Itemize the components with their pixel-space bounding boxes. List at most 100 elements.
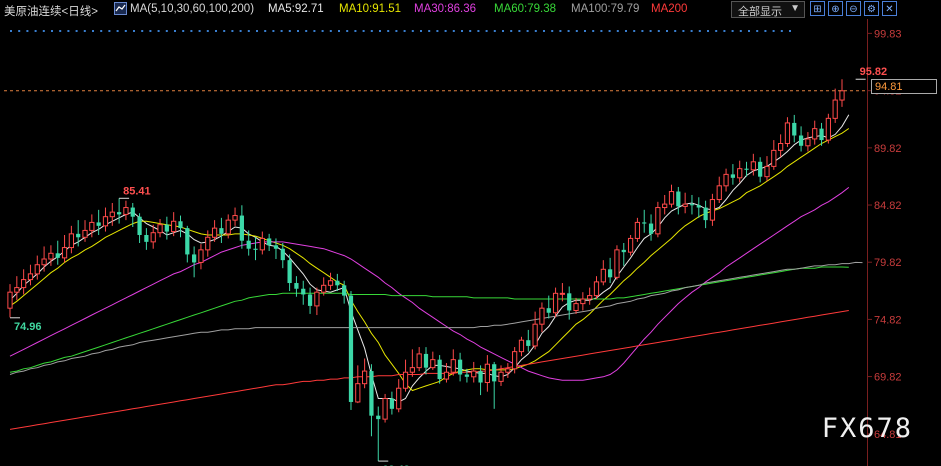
dotted-marker [370, 30, 373, 32]
candle-body [600, 268, 606, 283]
candle-body [464, 374, 470, 377]
candle-body [21, 279, 27, 289]
candle-body [342, 285, 347, 296]
candle-body [689, 204, 695, 206]
candle-body [730, 174, 735, 178]
candle-body [348, 295, 354, 402]
candle-body [14, 287, 20, 293]
dotted-marker [288, 30, 291, 32]
dotted-marker [124, 30, 127, 32]
dotted-marker [649, 30, 652, 32]
candle-body [737, 168, 743, 179]
dotted-marker [764, 30, 767, 32]
dotted-marker [362, 30, 365, 32]
dotted-marker [215, 30, 217, 32]
candle-body [123, 207, 129, 215]
dotted-marker [756, 30, 759, 32]
dotted-marker [264, 30, 267, 32]
dotted-marker [92, 30, 94, 32]
dotted-marker [395, 30, 398, 32]
candle-body [211, 227, 218, 238]
candle-body [716, 185, 722, 201]
candle-body [321, 284, 327, 293]
candle-body [744, 168, 749, 170]
candle-body [382, 398, 388, 420]
dotted-marker [608, 30, 611, 32]
dotted-marker [641, 30, 644, 32]
dotted-marker [723, 30, 726, 32]
candle-body [546, 308, 551, 313]
high-annotation: 95.82 [860, 66, 888, 78]
candle-body [164, 224, 169, 232]
candle-body [41, 258, 47, 266]
dotted-marker [18, 30, 21, 32]
candle-body [109, 211, 115, 218]
dotted-marker [772, 30, 775, 32]
candle-body [130, 207, 135, 217]
candle-body [723, 173, 729, 187]
candle-body [171, 220, 177, 233]
candle-body [27, 273, 34, 281]
dotted-marker [26, 30, 29, 32]
candle-body [192, 254, 197, 263]
dotted-marker [715, 30, 718, 32]
dotted-marker [428, 30, 431, 32]
dotted-marker [551, 30, 554, 32]
dotted-marker [625, 30, 627, 32]
candle-body [89, 221, 95, 231]
candle-body [832, 99, 838, 119]
candle-body [409, 367, 415, 373]
candle-body [682, 203, 688, 207]
y-tick-label: 79.82 [874, 257, 902, 269]
dotted-marker [305, 30, 308, 32]
candle-body [478, 371, 483, 383]
candle-body [96, 222, 101, 226]
candle-body [505, 368, 511, 373]
candle-body [526, 340, 531, 346]
candle-body [539, 307, 545, 325]
dotted-marker [100, 30, 103, 32]
dotted-marker [321, 30, 324, 32]
dotted-marker [493, 30, 496, 32]
dotted-marker [190, 30, 193, 32]
candle-body [696, 205, 701, 208]
dotted-marker [206, 30, 209, 32]
candle-body [267, 238, 272, 246]
dotted-marker [141, 30, 144, 32]
candle-body [764, 165, 770, 178]
candlestick-chart: 99.8394.8289.8284.8279.8274.8269.8264.81… [4, 19, 902, 466]
dotted-marker [280, 30, 283, 32]
candle-body [518, 339, 525, 353]
dotted-marker [420, 30, 422, 32]
dotted-marker [83, 30, 86, 32]
low-annotation: 74.96 [14, 321, 42, 333]
dotted-marker [256, 30, 258, 32]
dotted-marker [461, 30, 463, 32]
candle-body [778, 143, 784, 151]
candle-body [287, 260, 292, 284]
y-tick-label: 69.82 [874, 372, 902, 384]
dotted-marker [526, 30, 529, 32]
dotted-marker [698, 30, 701, 32]
dotted-marker [67, 30, 70, 32]
candle-body [662, 203, 668, 209]
candle-body [825, 117, 831, 141]
dotted-marker [633, 30, 636, 32]
dotted-marker [247, 30, 250, 32]
dotted-marker [444, 30, 447, 32]
candle-body [219, 228, 224, 234]
candle-body [634, 221, 641, 239]
y-tick-label: 89.82 [874, 143, 902, 155]
candle-body [627, 237, 634, 253]
candle-body [498, 371, 504, 382]
dotted-marker [518, 30, 521, 32]
candle-body [492, 364, 497, 382]
candle-body [362, 370, 368, 385]
dotted-marker [174, 30, 176, 32]
y-tick-label: 84.82 [874, 200, 902, 212]
dotted-marker [313, 30, 316, 32]
candle-body [301, 288, 306, 295]
candle-body [819, 128, 824, 141]
dotted-marker [575, 30, 578, 32]
candle-body [335, 280, 340, 286]
